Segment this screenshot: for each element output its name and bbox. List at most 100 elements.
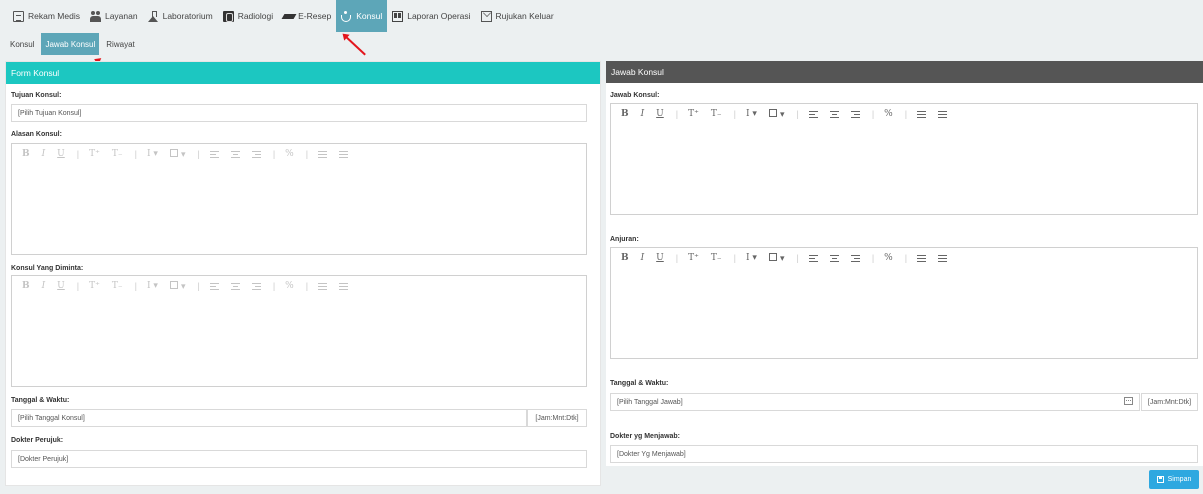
nav-label: Layanan	[104, 11, 138, 21]
align-left-icon[interactable]	[209, 150, 219, 158]
nav-rekam-medis[interactable]: Rekam Medis	[8, 3, 85, 29]
italic-button[interactable]: I	[641, 253, 645, 263]
align-left-icon[interactable]	[808, 254, 818, 262]
italic-button[interactable]: I	[42, 281, 46, 291]
toolbar-divider: |	[272, 281, 276, 291]
flask-icon	[147, 10, 159, 22]
toolbar-divider: |	[197, 149, 200, 159]
ordered-list-icon[interactable]	[917, 110, 927, 118]
align-right-icon[interactable]	[251, 282, 261, 290]
table-dropdown[interactable]: ▾	[169, 280, 185, 292]
tab-konsul[interactable]: Konsul	[6, 33, 38, 55]
nav-label: Laporan Operasi	[407, 11, 471, 21]
align-center-icon[interactable]	[829, 110, 839, 118]
align-left-icon[interactable]	[209, 282, 219, 290]
link-icon[interactable]: %	[884, 109, 893, 119]
radiology-icon	[222, 10, 234, 22]
underline-button[interactable]: U	[656, 109, 664, 119]
subscript-button[interactable]: T₋	[112, 149, 123, 159]
save-icon	[1156, 476, 1164, 483]
nav-rujukan-keluar[interactable]: Rujukan Keluar	[476, 3, 559, 29]
dokter-menjawab-input[interactable]: [Dokter Yg Menjawab]	[610, 445, 1198, 463]
jam-jawab-input[interactable]: [Jam:Mnt:Dtk]	[1141, 393, 1198, 411]
link-icon[interactable]: %	[285, 149, 294, 159]
nav-radiologi[interactable]: Radiologi	[218, 3, 278, 29]
ordered-list-icon[interactable]	[318, 150, 328, 158]
superscript-button[interactable]: T⁺	[688, 253, 699, 263]
underline-button[interactable]: U	[57, 281, 65, 291]
nav-e-resep[interactable]: E-Resep	[278, 3, 336, 29]
ordered-list-icon[interactable]	[917, 254, 927, 262]
bold-button[interactable]: B	[22, 281, 30, 291]
jam-konsul-input[interactable]: [Jam:Mnt:Dtk]	[527, 409, 587, 427]
people-icon	[89, 10, 101, 22]
nav-label: Laboratorium	[162, 11, 213, 21]
link-icon[interactable]: %	[285, 281, 294, 291]
bold-button[interactable]: B	[22, 149, 30, 159]
underline-button[interactable]: U	[656, 253, 664, 263]
subscript-button[interactable]: T₋	[711, 253, 722, 263]
table-dropdown[interactable]: ▾	[768, 108, 784, 120]
tab-riwayat[interactable]: Riwayat	[102, 33, 138, 55]
tab-jawab-konsul[interactable]: Jawab Konsul	[41, 33, 100, 55]
align-center-icon[interactable]	[829, 254, 839, 262]
superscript-button[interactable]: T⁺	[89, 149, 100, 159]
toolbar-divider: |	[76, 149, 80, 159]
superscript-button[interactable]: T⁺	[688, 109, 699, 119]
toolbar-divider: |	[904, 109, 908, 119]
nav-laboratorium[interactable]: Laboratorium	[143, 3, 218, 29]
toolbar-divider: |	[197, 281, 200, 291]
align-center-icon[interactable]	[230, 282, 240, 290]
toolbar-divider: |	[733, 253, 737, 263]
nav-label: Rekam Medis	[28, 11, 80, 21]
nav-layanan[interactable]: Layanan	[85, 3, 143, 29]
unordered-list-icon[interactable]	[938, 254, 948, 262]
unordered-list-icon[interactable]	[339, 282, 349, 290]
nav-konsul[interactable]: Konsul	[336, 0, 388, 32]
nav-laporan-operasi[interactable]: Laporan Operasi	[387, 3, 475, 29]
unordered-list-icon[interactable]	[938, 110, 948, 118]
annotation-arrow-konsul	[343, 34, 366, 56]
subscript-button[interactable]: T₋	[711, 109, 722, 119]
alasan-konsul-editor[interactable]: B I U | T⁺ T₋ | I ▾ ▾ | | % |	[11, 143, 587, 255]
mail-icon	[480, 11, 492, 22]
toolbar-divider: |	[272, 149, 276, 159]
tujuan-konsul-select[interactable]: [Pilih Tujuan Konsul]	[11, 104, 587, 122]
bold-button[interactable]: B	[621, 109, 629, 119]
font-size-dropdown[interactable]: I ▾	[746, 253, 757, 263]
jawab-konsul-label: Jawab Konsul:	[610, 92, 660, 99]
toolbar-divider: |	[134, 281, 138, 291]
tanggal-konsul-input[interactable]: [Pilih Tanggal Konsul]	[11, 409, 527, 427]
italic-button[interactable]: I	[641, 109, 645, 119]
save-label: Simpan	[1167, 476, 1192, 483]
tanggal-jawab-input[interactable]: [Pilih Tanggal Jawab]	[610, 393, 1140, 411]
align-left-icon[interactable]	[808, 110, 818, 118]
calendar-icon[interactable]	[1124, 397, 1133, 405]
font-size-dropdown[interactable]: I ▾	[147, 149, 158, 159]
align-center-icon[interactable]	[230, 150, 240, 158]
superscript-button[interactable]: T⁺	[89, 281, 100, 291]
link-icon[interactable]: %	[884, 253, 893, 263]
anjuran-editor[interactable]: B I U | T⁺ T₋ | I ▾ ▾ | | % |	[610, 247, 1198, 359]
unordered-list-icon[interactable]	[339, 150, 349, 158]
toolbar-divider: |	[675, 109, 679, 119]
save-button[interactable]: Simpan	[1149, 470, 1199, 489]
align-right-icon[interactable]	[251, 150, 261, 158]
table-dropdown[interactable]: ▾	[169, 148, 185, 160]
dokter-perujuk-input[interactable]: [Dokter Perujuk]	[11, 450, 587, 468]
font-size-dropdown[interactable]: I ▾	[746, 109, 757, 119]
toolbar-divider: |	[76, 281, 80, 291]
jawab-konsul-editor[interactable]: B I U | T⁺ T₋ | I ▾ ▾ | | % |	[610, 103, 1198, 215]
ordered-list-icon[interactable]	[318, 282, 328, 290]
konsul-diminta-editor[interactable]: B I U | T⁺ T₋ | I ▾ ▾ | | % |	[11, 275, 587, 387]
italic-button[interactable]: I	[42, 149, 46, 159]
align-right-icon[interactable]	[850, 254, 860, 262]
font-size-dropdown[interactable]: I ▾	[147, 281, 158, 291]
underline-button[interactable]: U	[57, 149, 65, 159]
editor-toolbar: B I U | T⁺ T₋ | I ▾ ▾ | | % |	[12, 144, 586, 164]
bold-button[interactable]: B	[621, 253, 629, 263]
table-dropdown[interactable]: ▾	[768, 252, 784, 264]
align-right-icon[interactable]	[850, 110, 860, 118]
tanggal-jawab-label: Tanggal & Waktu:	[610, 380, 669, 387]
subscript-button[interactable]: T₋	[112, 281, 123, 291]
